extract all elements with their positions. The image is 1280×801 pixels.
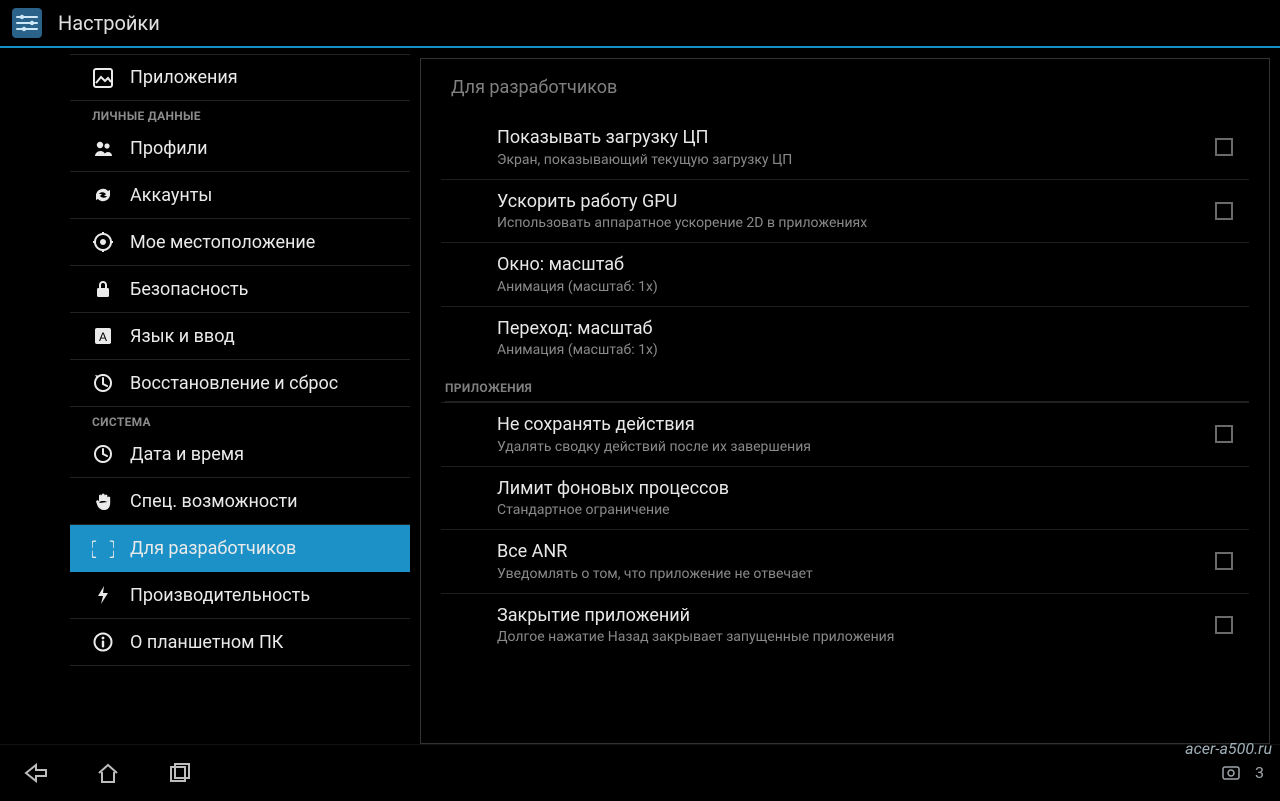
back-button[interactable] [0,745,72,801]
pane-title: Для разработчиков [451,77,1249,98]
settings-item-subtitle: Анимация (масштаб: 1х) [497,279,1199,295]
lock-icon [92,278,114,300]
location-icon [92,231,114,253]
sidebar-item-label: Безопасность [130,279,248,300]
settings-detail-pane: Для разработчиков Показывать загрузку ЦП… [420,58,1270,744]
settings-item-subtitle: Долгое нажатие Назад закрывает запущенны… [497,629,1199,645]
settings-item-title: Показывать загрузку ЦП [497,127,1199,150]
settings-item[interactable]: Ускорить работу GPUИспользовать аппаратн… [441,179,1249,243]
settings-list: Показывать загрузку ЦП Экран, показывающи… [441,116,1249,656]
home-button[interactable] [72,745,144,801]
settings-item-subtitle: Использовать аппаратное ускорение 2D в п… [497,215,1199,231]
checkbox[interactable] [1215,552,1233,570]
braces-icon [92,537,114,559]
settings-item[interactable]: Закрытие приложенийДолгое нажатие Назад … [441,593,1249,657]
sidebar-item[interactable]: Приложения [70,54,410,101]
settings-item-title: Не сохранять действия [497,414,1199,437]
sidebar-item-label: Профили [130,138,207,159]
settings-item-title: Закрытие приложений [497,605,1199,628]
language-icon [92,325,114,347]
sidebar-item[interactable]: Аккаунты [70,172,410,219]
app-title: Настройки [58,11,160,35]
navigation-bar: 3 [0,744,1280,800]
settings-item-title: Ускорить работу GPU [497,191,1199,214]
checkbox[interactable] [1215,202,1233,220]
sidebar-item[interactable]: О планшетном ПК [70,619,410,666]
settings-item-title: Окно: масштаб [497,254,1199,277]
sidebar-item[interactable]: Мое местоположение [70,219,410,266]
settings-item-subtitle: Стандартное ограничение [497,502,1199,518]
settings-item[interactable]: Все ANR Уведомлять о том, что приложение … [441,529,1249,593]
sidebar-item-label: Производительность [130,585,310,606]
settings-sidebar: Приложения ЛИЧНЫЕ ДАННЫЕ Профили Аккаунты Мо… [0,48,420,744]
sidebar-item-label: Для разработчиков [130,538,296,559]
settings-item[interactable]: Не сохранять действия Удалять сводку дейс… [441,402,1249,466]
settings-item-subtitle: Экран, показывающий текущую загрузку ЦП [497,152,1199,168]
settings-item[interactable]: Лимит фоновых процессовСтандартное огран… [441,466,1249,530]
watermark: acer-a500.ru [1185,739,1272,758]
sidebar-item-label: О планшетном ПК [130,632,283,653]
apps-icon [92,67,114,89]
checkbox[interactable] [1215,425,1233,443]
sidebar-item[interactable]: Производительность [70,572,410,619]
backup-icon [92,372,114,394]
sidebar-item[interactable]: Для разработчиков [70,525,410,572]
sidebar-item-label: Восстановление и сброс [130,373,338,394]
settings-item-title: Лимит фоновых процессов [497,478,1199,501]
sidebar-item[interactable]: Язык и ввод [70,313,410,360]
titlebar: Настройки [0,0,1280,48]
sidebar-item-label: Аккаунты [130,185,212,206]
sidebar-section-header: ЛИЧНЫЕ ДАННЫЕ [92,109,410,123]
sidebar-item[interactable]: Безопасность [70,266,410,313]
profiles-icon [92,137,114,159]
settings-icon [8,4,46,42]
settings-item-subtitle: Анимация (масштаб: 1х) [497,342,1199,358]
system-tray[interactable]: 3 [1221,763,1264,783]
settings-item-title: Все ANR [497,541,1199,564]
settings-item[interactable]: Переход: масштабАнимация (масштаб: 1х) [441,306,1249,370]
sidebar-item[interactable]: Профили [70,125,410,172]
sidebar-item-label: Язык и ввод [130,326,235,347]
settings-item-title: Переход: масштаб [497,318,1199,341]
settings-item[interactable]: Окно: масштаб Анимация (масштаб: 1х) [441,242,1249,306]
settings-item-subtitle: Удалять сводку действий после их заверше… [497,439,1199,455]
hand-icon [92,490,114,512]
sidebar-item-label: Мое местоположение [130,232,315,253]
sidebar-item[interactable]: Спец. возможности [70,478,410,525]
sidebar-item-label: Спец. возможности [130,491,298,512]
sidebar-item-label: Дата и время [130,444,244,465]
settings-item[interactable]: Показывать загрузку ЦП Экран, показывающи… [441,116,1249,179]
settings-item-subtitle: Уведомлять о том, что приложение не отве… [497,566,1199,582]
sidebar-item[interactable]: Восстановление и сброс [70,360,410,407]
recents-button[interactable] [144,745,216,801]
settings-group-header: ПРИЛОЖЕНИЯ [445,375,1249,402]
bolt-icon [92,584,114,606]
sidebar-item[interactable]: Дата и время [70,431,410,478]
screenshot-icon [1221,763,1241,783]
checkbox[interactable] [1215,616,1233,634]
sync-icon [92,184,114,206]
clock-time: 3 [1255,763,1264,782]
info-icon [92,631,114,653]
sidebar-section-header: СИСТЕМА [92,415,410,429]
clock-icon [92,443,114,465]
sidebar-item-label: Приложения [130,67,238,88]
checkbox[interactable] [1215,138,1233,156]
